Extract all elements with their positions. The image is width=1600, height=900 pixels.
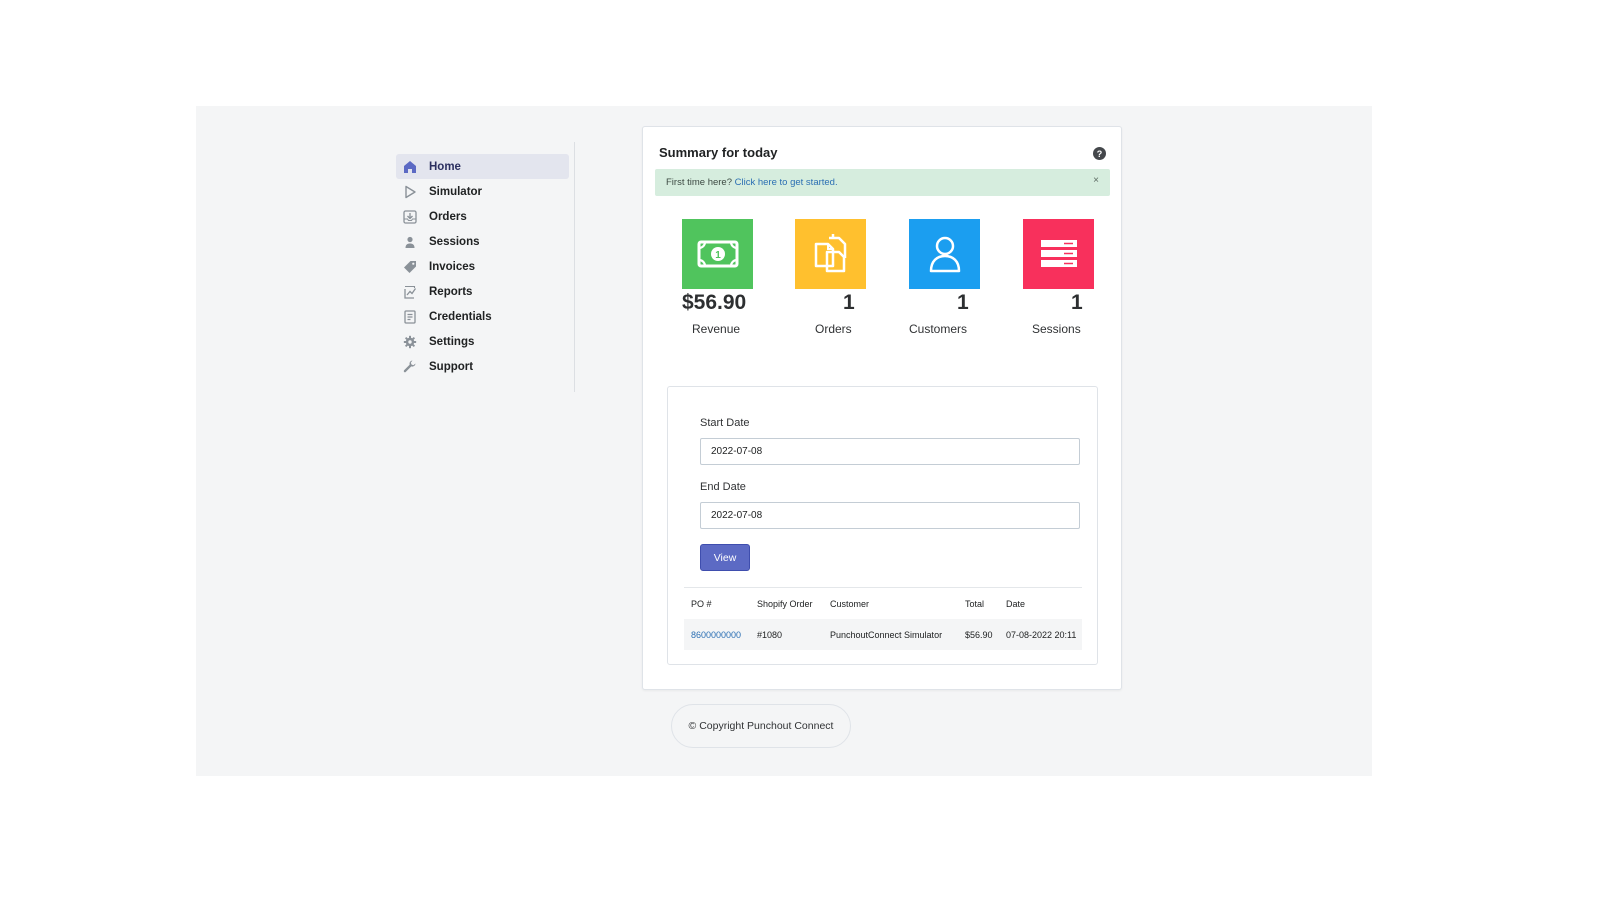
svg-text:1: 1 xyxy=(715,250,721,261)
app-background: Home Simulator Orders Sessions Invoices xyxy=(196,106,1372,776)
total-cell: $56.90 xyxy=(965,629,993,640)
sidebar-item-home[interactable]: Home xyxy=(396,154,569,179)
table-row: 8600000000 #1080 PunchoutConnect Simulat… xyxy=(684,619,1082,650)
start-date-label: Start Date xyxy=(700,417,750,429)
table-header-row: PO # Shopify Order Customer Total Date xyxy=(684,587,1082,620)
date-filter-panel: Start Date 2022-07-08 End Date 2022-07-0… xyxy=(667,386,1098,665)
home-icon xyxy=(401,158,419,176)
welcome-banner: First time here? Click here to get start… xyxy=(655,169,1110,196)
column-header-date: Date xyxy=(1006,598,1026,609)
column-header-po: PO # xyxy=(691,598,712,609)
banner-text: First time here? Click here to get start… xyxy=(666,177,838,188)
revenue-caption: Revenue xyxy=(692,322,741,336)
wrench-icon xyxy=(401,358,419,376)
person-icon xyxy=(401,233,419,251)
tag-icon xyxy=(401,258,419,276)
stat-customers: 1 Customers xyxy=(909,219,1029,349)
sidebar-item-label: Reports xyxy=(429,285,473,298)
sidebar-item-label: Orders xyxy=(429,210,467,223)
sidebar-item-label: Home xyxy=(429,160,461,173)
revenue-value: $56.90 xyxy=(682,291,747,314)
sidebar-nav: Home Simulator Orders Sessions Invoices xyxy=(396,142,575,392)
gear-icon xyxy=(401,333,419,351)
page-title: Summary for today xyxy=(659,145,778,160)
sidebar-item-settings[interactable]: Settings xyxy=(396,329,569,354)
close-icon[interactable]: × xyxy=(1093,175,1099,186)
shopify-order-cell: #1080 xyxy=(757,629,783,640)
stat-revenue: 1 $56.90 Revenue xyxy=(682,219,802,349)
start-date-input[interactable]: 2022-07-08 xyxy=(700,438,1080,465)
end-date-input[interactable]: 2022-07-08 xyxy=(700,502,1080,529)
sidebar-item-simulator[interactable]: Simulator xyxy=(396,179,569,204)
sidebar-item-credentials[interactable]: Credentials xyxy=(396,304,569,329)
summary-card: Summary for today ? First time here? Cli… xyxy=(642,126,1122,690)
orders-caption: Orders xyxy=(815,322,852,336)
help-icon[interactable]: ? xyxy=(1093,147,1106,160)
customer-icon xyxy=(909,219,980,289)
customers-value: 1 xyxy=(957,291,969,314)
sidebar-item-label: Invoices xyxy=(429,260,476,273)
get-started-link[interactable]: Click here to get started. xyxy=(735,177,838,188)
stat-sessions: 1 Sessions xyxy=(1023,219,1143,349)
sidebar-item-reports[interactable]: Reports xyxy=(396,279,569,304)
view-button[interactable]: View xyxy=(700,544,750,571)
orders-value: 1 xyxy=(843,291,855,314)
customer-cell: PunchoutConnect Simulator xyxy=(830,629,943,640)
customers-caption: Customers xyxy=(909,322,968,336)
sidebar-item-sessions[interactable]: Sessions xyxy=(396,229,569,254)
cash-icon: 1 xyxy=(682,219,753,289)
date-cell: 07-08-2022 20:11 xyxy=(1006,629,1077,640)
play-icon xyxy=(401,183,419,201)
sidebar-item-invoices[interactable]: Invoices xyxy=(396,254,569,279)
column-header-total: Total xyxy=(965,598,985,609)
sessions-caption: Sessions xyxy=(1032,322,1081,336)
server-stack-icon xyxy=(1023,219,1094,289)
document-list-icon xyxy=(401,308,419,326)
sidebar-item-label: Sessions xyxy=(429,235,480,248)
sidebar-item-label: Settings xyxy=(429,335,475,348)
banner-message: First time here? xyxy=(666,177,732,188)
report-chart-icon xyxy=(401,283,419,301)
sidebar-item-label: Support xyxy=(429,360,474,373)
copyright-footer: © Copyright Punchout Connect xyxy=(671,704,851,748)
sidebar-item-support[interactable]: Support xyxy=(396,354,569,379)
stat-orders: 1 Orders xyxy=(795,219,915,349)
inbox-download-icon xyxy=(401,208,419,226)
sessions-value: 1 xyxy=(1071,291,1083,314)
documents-icon xyxy=(795,219,866,289)
sidebar-item-label: Credentials xyxy=(429,310,492,323)
po-number-link[interactable]: 8600000000 xyxy=(691,630,741,640)
end-date-label: End Date xyxy=(700,481,746,493)
column-header-customer: Customer xyxy=(830,598,870,609)
column-header-shopify-order: Shopify Order xyxy=(757,598,813,609)
sidebar-item-orders[interactable]: Orders xyxy=(396,204,569,229)
sidebar-item-label: Simulator xyxy=(429,185,483,198)
